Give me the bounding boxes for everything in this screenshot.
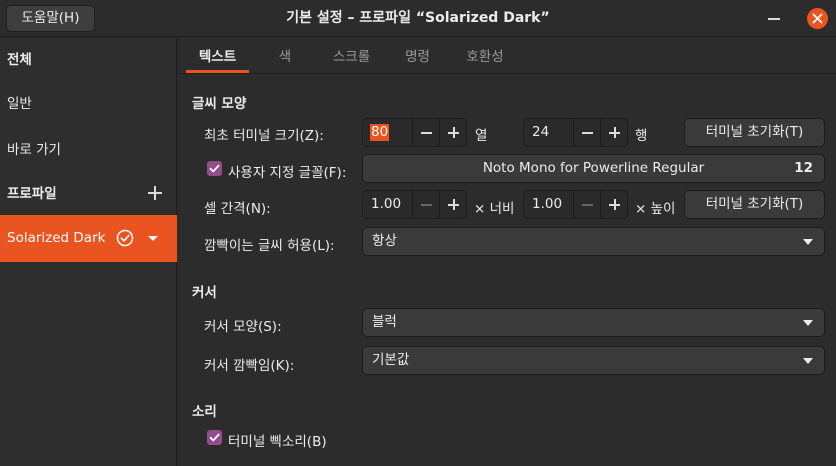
cell-spacing-label: 셀 간격(N): xyxy=(204,201,271,217)
terminal-bell-checkbox[interactable] xyxy=(207,430,222,445)
height-spacing-spinbox[interactable]: 1.00 xyxy=(523,190,628,219)
section-appearance-title: 글씨 모양 xyxy=(192,96,247,112)
window-title: 기본 설정 – 프로파일 “Solarized Dark” xyxy=(286,10,550,26)
height-spacing-value[interactable]: 1.00 xyxy=(532,191,562,218)
rows-increment-button[interactable] xyxy=(600,119,627,146)
cursor-shape-label: 커서 모양(S): xyxy=(204,319,282,335)
profile-name: Solarized Dark xyxy=(7,230,106,246)
blink-text-label: 깜빡이는 글씨 허용(L): xyxy=(204,238,335,254)
font-name: Noto Mono for Powerline Regular xyxy=(482,160,705,176)
sidebar-item-general[interactable]: 일반 xyxy=(0,82,177,126)
close-icon xyxy=(812,13,823,24)
cursor-shape-dropdown[interactable]: 블럭 xyxy=(362,308,825,337)
width-unit: × 너비 xyxy=(474,201,515,217)
rows-unit: 행 xyxy=(635,128,648,144)
height-decrement-button[interactable] xyxy=(573,191,600,218)
columns-decrement-button[interactable] xyxy=(412,119,439,146)
rows-decrement-button[interactable] xyxy=(573,119,600,146)
rows-spinbox[interactable]: 24 xyxy=(523,118,628,147)
dropdown-arrow-icon xyxy=(803,239,813,245)
width-increment-button[interactable] xyxy=(439,191,466,218)
blink-text-value: 항상 xyxy=(372,233,397,249)
minimize-icon[interactable] xyxy=(768,18,780,20)
title-bar: 도움말(H) 기본 설정 – 프로파일 “Solarized Dark” xyxy=(0,0,836,37)
sidebar-item-shortcuts[interactable]: 바로 가기 xyxy=(0,128,177,172)
tab-scrolling[interactable]: 스크롤 xyxy=(324,38,379,74)
columns-spinbox[interactable]: 80 xyxy=(362,118,467,147)
columns-value[interactable]: 80 xyxy=(370,124,390,141)
dropdown-arrow-icon xyxy=(803,358,813,364)
terminal-bell-label[interactable]: 터미널 삑소리(B) xyxy=(228,430,327,450)
columns-increment-button[interactable] xyxy=(439,119,466,146)
font-size: 12 xyxy=(794,160,813,176)
cursor-shape-value: 블럭 xyxy=(372,314,397,330)
width-spacing-spinbox[interactable]: 1.00 xyxy=(362,190,467,219)
tab-text[interactable]: 텍스트 xyxy=(186,38,249,74)
active-tab-indicator xyxy=(186,70,249,73)
blink-text-dropdown[interactable]: 항상 xyxy=(362,227,825,256)
tab-colors[interactable]: 색 xyxy=(270,38,300,74)
reset-spacing-button[interactable]: 터미널 초기화(T) xyxy=(684,190,825,219)
sidebar-header-profiles: 프로파일 xyxy=(0,172,177,216)
help-button[interactable]: 도움말(H) xyxy=(6,5,95,32)
section-cursor-title: 커서 xyxy=(192,285,217,301)
close-button[interactable] xyxy=(807,8,828,29)
tab-command[interactable]: 명령 xyxy=(400,38,435,74)
custom-font-checkbox[interactable] xyxy=(207,161,222,176)
rows-value[interactable]: 24 xyxy=(532,119,549,146)
dropdown-arrow-icon xyxy=(803,320,813,326)
sidebar-item-profile-selected[interactable]: Solarized Dark xyxy=(0,215,177,262)
default-profile-check-icon xyxy=(116,229,134,247)
height-increment-button[interactable] xyxy=(600,191,627,218)
checkmark-icon xyxy=(209,433,220,442)
profiles-label: 프로파일 xyxy=(7,186,57,202)
cursor-blink-dropdown[interactable]: 기본값 xyxy=(362,346,825,375)
sidebar-header-all: 전체 xyxy=(7,52,32,68)
cursor-blink-label: 커서 깜빡임(K): xyxy=(204,358,295,374)
columns-unit: 열 xyxy=(475,128,488,144)
checkmark-icon xyxy=(209,164,220,173)
sidebar: 전체 일반 바로 가기 프로파일 Solarized Dark xyxy=(0,38,177,466)
font-chooser-button[interactable]: Noto Mono for Powerline Regular 12 xyxy=(362,154,825,183)
width-spacing-value[interactable]: 1.00 xyxy=(371,191,401,218)
tab-compatibility[interactable]: 호환성 xyxy=(460,38,510,74)
height-unit: × 높이 xyxy=(635,201,676,217)
profile-menu-icon[interactable] xyxy=(147,235,159,242)
tab-bar: 텍스트 색 스크롤 명령 호환성 xyxy=(178,38,836,74)
section-sound-title: 소리 xyxy=(192,404,217,420)
add-profile-icon[interactable] xyxy=(148,186,162,200)
cursor-blink-value: 기본값 xyxy=(372,352,410,368)
custom-font-label[interactable]: 사용자 지정 글꼴(F): xyxy=(228,161,346,181)
width-decrement-button[interactable] xyxy=(412,191,439,218)
reset-size-button[interactable]: 터미널 초기화(T) xyxy=(684,118,825,147)
initial-size-label: 최초 터미널 크기(Z): xyxy=(204,128,324,144)
